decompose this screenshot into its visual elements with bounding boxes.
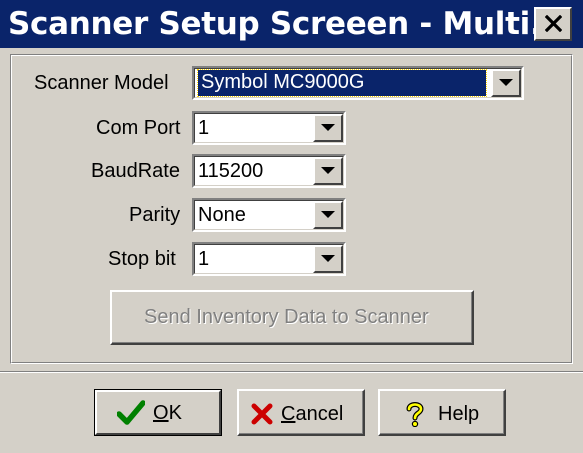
chevron-down-icon: [321, 211, 335, 218]
stop-bit-dropdown[interactable]: 1: [192, 242, 346, 276]
help-label: Help: [438, 403, 480, 425]
send-inventory-label: Send Inventory Data to Scanner: [144, 306, 429, 328]
baud-rate-value: 115200: [198, 160, 264, 182]
baud-rate-label: BaudRate: [91, 160, 180, 182]
scanner-setup-window: Scanner Setup Screeen - Multi... Scanner…: [0, 0, 583, 453]
scanner-model-dropdown[interactable]: Symbol MC9000G: [192, 66, 524, 100]
com-port-label: Com Port: [96, 117, 181, 139]
send-inventory-button[interactable]: Send Inventory Data to Scanner: [110, 290, 474, 345]
scanner-model-dropdown-button[interactable]: [491, 69, 521, 97]
chevron-down-icon: [499, 79, 513, 86]
x-icon: [251, 403, 273, 425]
parity-label: Parity: [129, 204, 181, 226]
question-icon: [406, 402, 424, 427]
ok-button[interactable]: OK: [94, 389, 222, 436]
parity-value: None: [198, 204, 246, 226]
com-port-dropdown[interactable]: 1: [192, 111, 346, 145]
cancel-label: Cancel: [281, 403, 344, 425]
baud-rate-dropdown[interactable]: 115200: [192, 154, 346, 188]
com-port-dropdown-button[interactable]: [313, 114, 343, 142]
stop-bit-label: Stop bit: [108, 248, 176, 270]
stop-bit-value: 1: [198, 248, 210, 270]
close-button[interactable]: [534, 7, 572, 41]
com-port-value: 1: [198, 117, 210, 139]
scanner-model-label: Scanner Model: [34, 72, 169, 94]
parity-dropdown[interactable]: None: [192, 198, 346, 232]
ok-label: OK: [153, 402, 182, 424]
help-button[interactable]: Help: [378, 389, 506, 436]
title-bar[interactable]: Scanner Setup Screeen - Multi...: [0, 0, 583, 48]
chevron-down-icon: [321, 124, 335, 131]
chevron-down-icon: [321, 255, 335, 262]
cancel-button[interactable]: Cancel: [237, 389, 365, 436]
scanner-model-value: Symbol MC9000G: [197, 69, 487, 97]
chevron-down-icon: [321, 167, 335, 174]
stop-bit-dropdown-button[interactable]: [313, 245, 343, 273]
close-icon: [545, 15, 562, 32]
baud-rate-dropdown-button[interactable]: [313, 157, 343, 185]
checkmark-icon: [117, 400, 145, 425]
parity-dropdown-button[interactable]: [313, 201, 343, 229]
window-title: Scanner Setup Screeen - Multi...: [8, 6, 565, 42]
footer-separator: [0, 371, 583, 373]
